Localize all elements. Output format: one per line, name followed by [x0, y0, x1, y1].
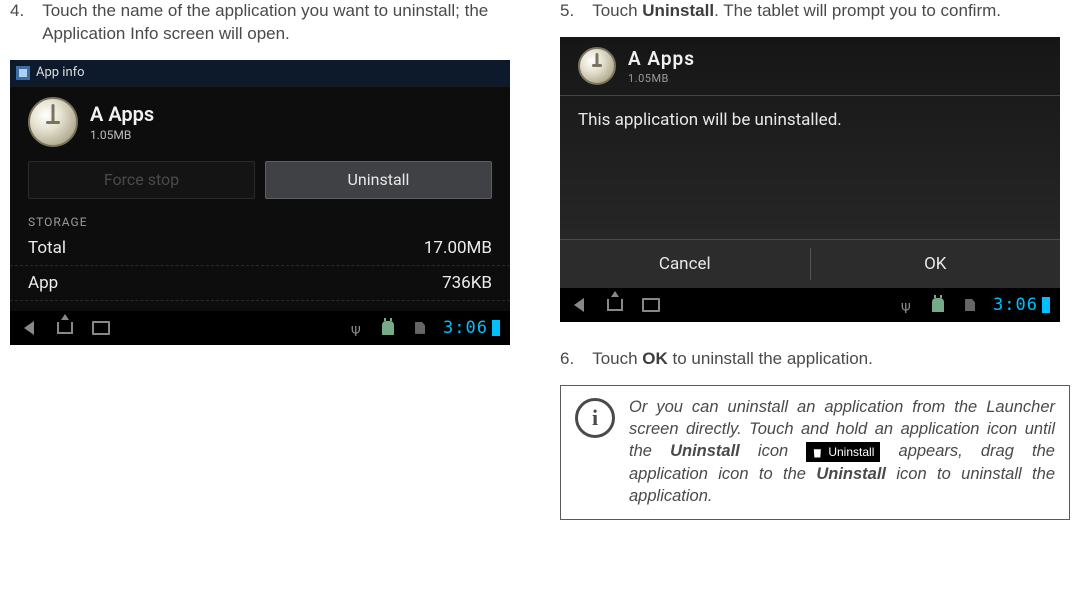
window-titlebar: App info	[10, 60, 510, 87]
uninstall-badge: Uninstall	[806, 442, 880, 462]
app-header: A Apps 1.05MB	[10, 87, 510, 155]
info-icon: i	[575, 398, 615, 438]
storage-row-total: Total 17.00MB	[10, 231, 510, 266]
sd-icon	[411, 319, 429, 337]
clock: 3:06	[443, 318, 500, 338]
app-name: A Apps	[628, 47, 695, 70]
step-5: 5. Touch Uninstall. The tablet will prom…	[560, 0, 1070, 23]
android-debug-icon	[929, 296, 947, 314]
trash-icon	[812, 447, 822, 458]
app-size: 1.05MB	[628, 72, 695, 85]
step-number: 6.	[560, 348, 574, 371]
recent-icon[interactable]	[642, 296, 660, 314]
battery-icon	[1042, 297, 1050, 313]
step-number: 4.	[10, 0, 24, 46]
settings-icon	[16, 66, 30, 80]
android-debug-icon	[379, 319, 397, 337]
force-stop-button[interactable]: Force stop	[28, 161, 255, 199]
dialog-buttons: Cancel OK	[560, 239, 1060, 288]
screenshot-confirm-uninstall: A Apps 1.05MB This application will be u…	[560, 37, 1060, 322]
ok-button[interactable]: OK	[811, 240, 1061, 288]
battery-icon	[492, 320, 500, 336]
info-text: Or you can uninstall an application from…	[629, 396, 1055, 507]
sd-icon	[961, 296, 979, 314]
back-icon[interactable]	[20, 319, 38, 337]
dialog-header: A Apps 1.05MB	[560, 37, 1060, 96]
back-icon[interactable]	[570, 296, 588, 314]
step-number: 5.	[560, 0, 574, 23]
storage-row-app: App 736KB	[10, 266, 510, 301]
dialog-message: This application will be uninstalled.	[560, 96, 1060, 144]
uninstall-button[interactable]: Uninstall	[265, 161, 492, 199]
app-size: 1.05MB	[90, 128, 154, 142]
storage-label: STORAGE	[10, 209, 510, 231]
recent-icon[interactable]	[92, 319, 110, 337]
usb-icon	[347, 319, 365, 337]
app-icon	[28, 97, 78, 147]
step-4: 4. Touch the name of the application you…	[10, 0, 520, 46]
cancel-button[interactable]: Cancel	[560, 240, 810, 288]
app-icon	[578, 47, 616, 85]
app-name: A Apps	[90, 102, 154, 126]
home-icon[interactable]	[606, 296, 624, 314]
usb-icon	[897, 296, 915, 314]
step-text: Touch Uninstall. The tablet will prompt …	[592, 0, 1070, 23]
system-navbar: 3:06	[10, 311, 510, 345]
step-text: Touch the name of the application you wa…	[42, 0, 520, 46]
step-text: Touch OK to uninstall the application.	[592, 348, 1070, 371]
home-icon[interactable]	[56, 319, 74, 337]
info-callout: i Or you can uninstall an application fr…	[560, 385, 1070, 520]
window-title: App info	[36, 65, 85, 80]
screenshot-app-info: App info A Apps 1.05MB Force stop Uninst…	[10, 60, 510, 345]
step-6: 6. Touch OK to uninstall the application…	[560, 348, 1070, 371]
system-navbar: 3:06	[560, 288, 1060, 322]
clock: 3:06	[993, 295, 1050, 315]
